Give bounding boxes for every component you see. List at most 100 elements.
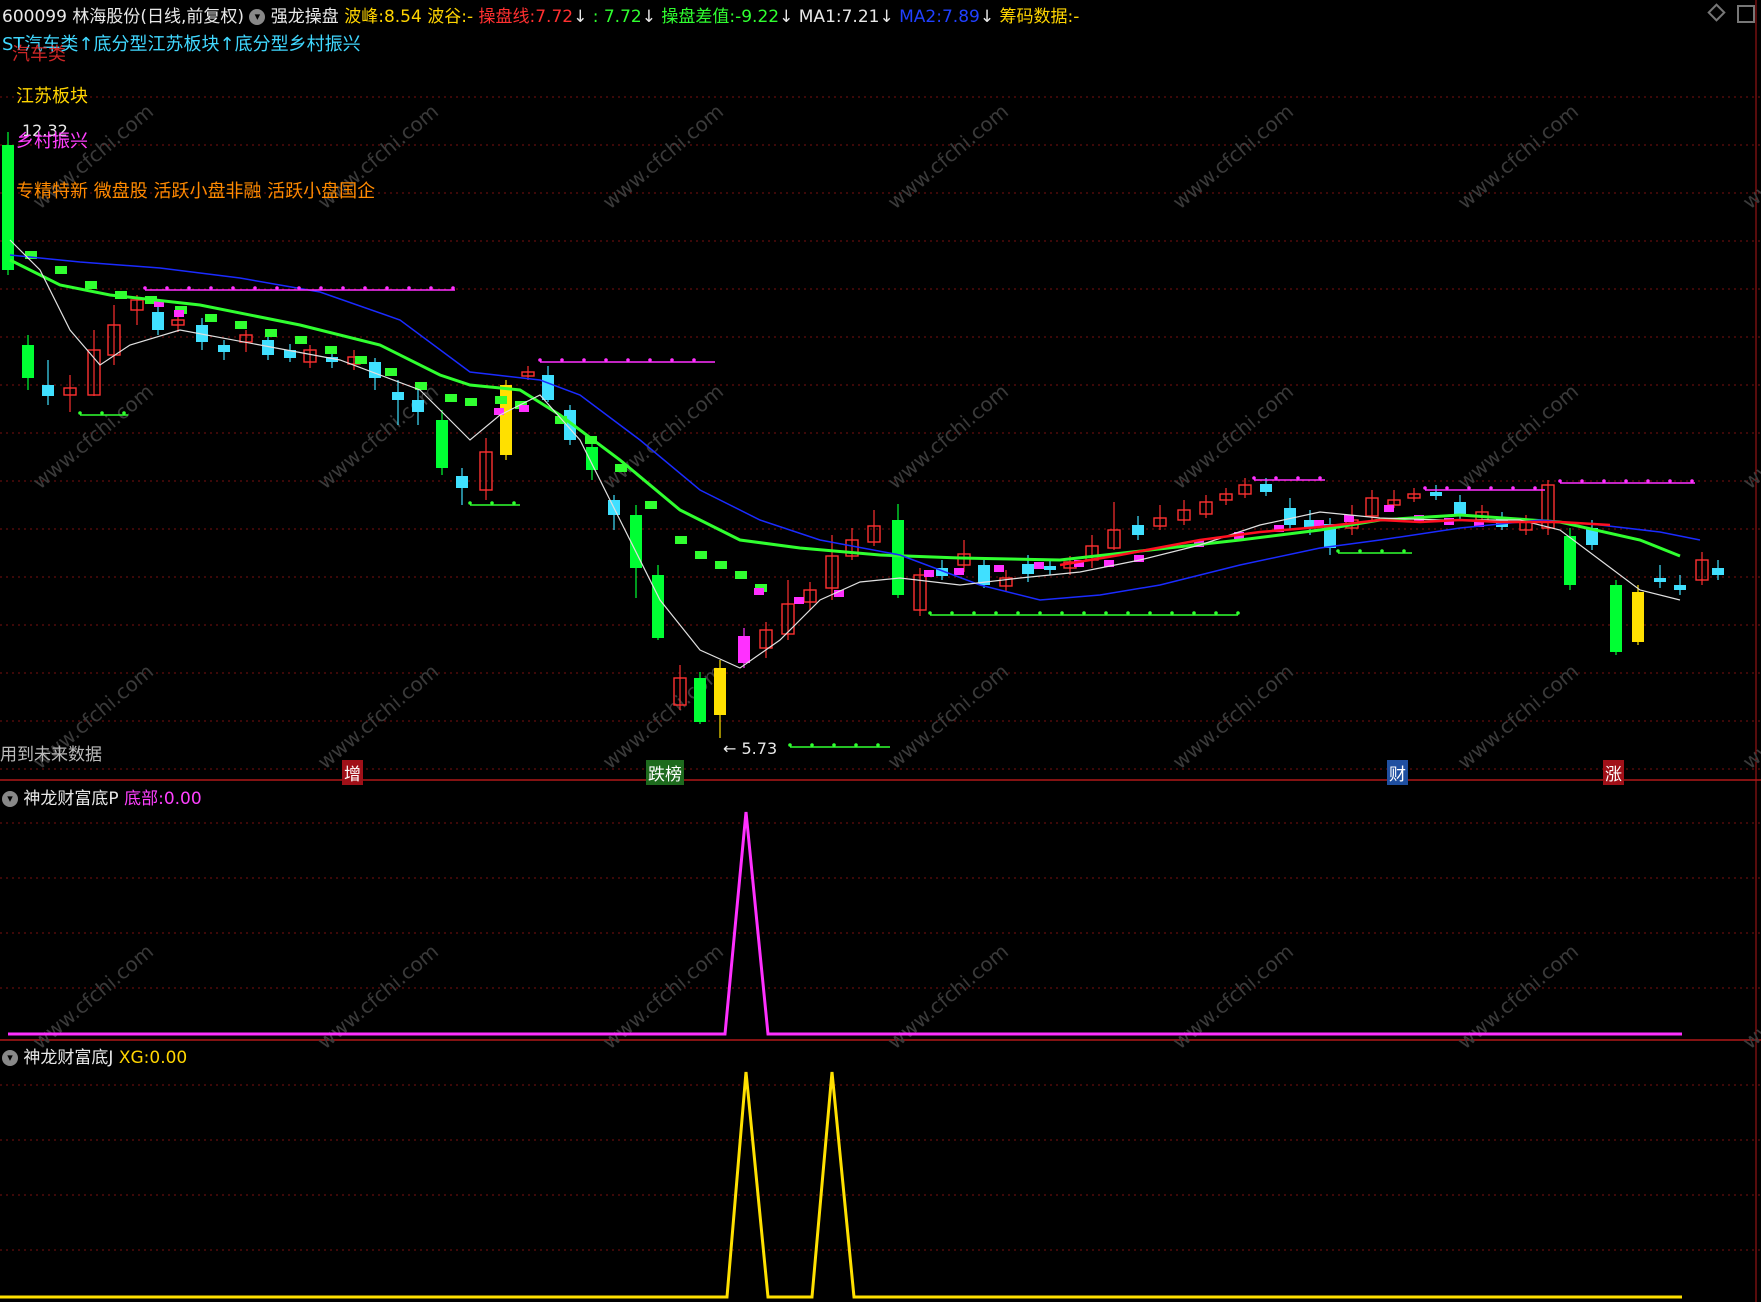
period-label[interactable]: (日线,前复权) [140, 7, 244, 27]
candle-body [586, 447, 598, 470]
panel-j-signal-line [0, 1071, 1682, 1299]
ma-white-line [9, 239, 1681, 669]
support-line-dot [994, 611, 998, 615]
operating-line-segment [495, 396, 507, 404]
marker-finance[interactable]: 财 [1387, 760, 1408, 785]
support-line-dot [1380, 549, 1384, 553]
candle-body [694, 678, 706, 722]
ma2-label: MA2: [899, 7, 942, 27]
stock-name[interactable]: 林海股份 [72, 7, 140, 27]
watermark-text: www.cfchi.com [1738, 939, 1761, 1054]
candle-body [652, 575, 664, 638]
candle-body [22, 345, 34, 378]
window-icon[interactable] [1737, 5, 1755, 23]
panel-p-label: 底部: [124, 789, 164, 809]
support-line-dot [1016, 611, 1020, 615]
support-line-dot [1126, 611, 1130, 615]
resistance-line-dot [341, 286, 345, 290]
marker-increase[interactable]: 增 [342, 760, 363, 785]
resistance-line-dot [275, 286, 279, 290]
resistance-line-dot [1274, 476, 1278, 480]
signal-marker [519, 405, 529, 412]
support-line-dot [1148, 611, 1152, 615]
support-line-dot [1082, 611, 1086, 615]
ma1-label: MA1: [798, 7, 842, 27]
watermark-text: www.cfchi.com [1168, 659, 1298, 774]
signal-marker [924, 570, 934, 577]
resistance-line-dot [1489, 486, 1493, 490]
support-line-dot [1402, 549, 1406, 553]
operating-line-segment [675, 536, 687, 544]
panel-j-title[interactable]: 神龙财富底J [23, 1048, 113, 1068]
candle-body [714, 668, 726, 715]
operating-line-segment [85, 281, 97, 289]
collapse-icon[interactable]: ▾ [2, 1050, 18, 1066]
peak-label: 波峰: [344, 7, 384, 27]
operating-line-segment [715, 561, 727, 569]
ma2-value: 7.89 [941, 7, 980, 27]
operating-line-segment [265, 329, 277, 337]
watermark-text: www.cfchi.com [28, 379, 158, 494]
watermark-text: www.cfchi.com [28, 939, 158, 1054]
resistance-line-dot [582, 358, 586, 362]
stock-code[interactable]: 600099 [2, 7, 67, 27]
collapse-icon[interactable]: ▾ [2, 791, 18, 807]
down-arrow-icon: ↓ [779, 7, 794, 27]
watermark-text: www.cfchi.com [1168, 379, 1298, 494]
watermark-text: www.cfchi.com [1168, 99, 1298, 214]
marker-list[interactable]: 跌榜 [646, 760, 684, 785]
candle-body [500, 385, 512, 455]
down-arrow-icon: ↓ [979, 7, 995, 27]
candle-body [892, 520, 904, 595]
resistance-line-dot [626, 358, 630, 362]
candle-body [2, 145, 14, 270]
signal-marker [754, 588, 764, 595]
line-value: 7.72 [535, 7, 574, 27]
resistance-line-dot [1624, 479, 1628, 483]
low-price-mark: ← 5.73 [723, 739, 778, 758]
watermark-text: www.cfchi.com [883, 659, 1013, 774]
rural-label: 乡村振兴 [16, 131, 88, 152]
support-line-dot [1336, 549, 1340, 553]
collapse-icon[interactable]: ▾ [249, 9, 266, 25]
support-line-dot [1104, 611, 1108, 615]
resistance-line-dot [187, 286, 191, 290]
resistance-line-dot [604, 358, 608, 362]
down-arrow-icon: ↓ [641, 7, 656, 27]
candle-body [152, 312, 164, 330]
candle-body [1654, 578, 1666, 582]
resistance-line-dot [1580, 479, 1584, 483]
support-line-dot [972, 611, 976, 615]
support-line-dot [950, 611, 954, 615]
marker-rise[interactable]: 涨 [1603, 760, 1624, 785]
panel-p-title[interactable]: 神龙财富底P [23, 789, 118, 809]
resistance-line-dot [1690, 479, 1694, 483]
watermark-text: www.cfchi.com [598, 379, 728, 494]
panel-j-header: ▾ 神龙财富底J XG:0.00 [2, 1043, 187, 1068]
watermark-text: www.cfchi.com [883, 99, 1013, 214]
resistance-line-dot [165, 286, 169, 290]
operating-line-segment [385, 368, 397, 376]
candle-body [1454, 502, 1466, 515]
resistance-line-dot [1467, 486, 1471, 490]
operating-line-segment [325, 346, 337, 354]
watermark-text: www.cfchi.com [1453, 939, 1583, 1054]
watermark-text: www.cfchi.com [883, 379, 1013, 494]
resistance-line-dot [692, 358, 696, 362]
indicator-name[interactable]: 强龙操盘 [271, 7, 339, 27]
signal-marker [794, 597, 804, 604]
candle-body [369, 362, 381, 378]
watermark-text: www.cfchi.com [1738, 659, 1761, 774]
watermark-text: www.cfchi.com [598, 939, 728, 1054]
operating-line-segment [235, 321, 247, 329]
operating-line-segment [445, 394, 457, 402]
diff-label: 操盘差值: [661, 7, 736, 27]
resistance-line-dot [648, 358, 652, 362]
resistance-line-dot [231, 286, 235, 290]
chip-label: 筹码数据: [999, 7, 1074, 27]
resistance-line-dot [1558, 479, 1562, 483]
operating-line-segment [355, 356, 367, 364]
ma-green-line [9, 258, 1681, 562]
resistance-line-dot [385, 286, 389, 290]
candle-body [218, 345, 230, 352]
